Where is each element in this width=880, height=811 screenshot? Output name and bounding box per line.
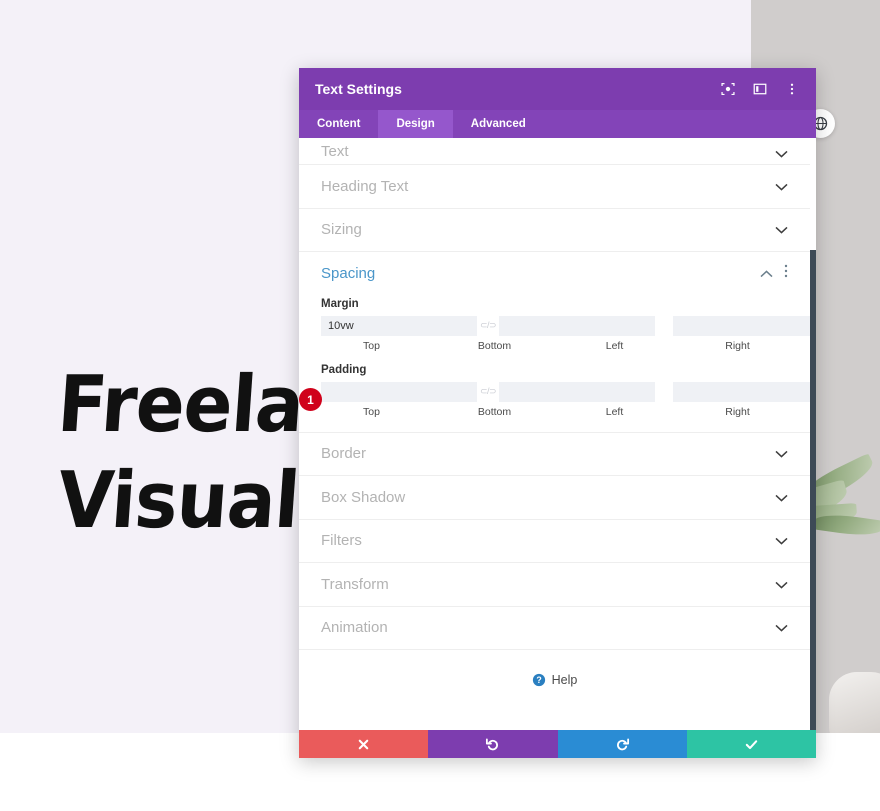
margin-labels-row: Top Bottom Left Right	[321, 340, 788, 352]
padding-inputs-row: ⊂/⊃ ⊂/⊃	[321, 381, 816, 402]
page-root: Freelan Visual A Text Settings Content D…	[0, 0, 880, 811]
modal-header: Text Settings	[299, 68, 816, 110]
chevron-down-icon	[775, 223, 788, 236]
accordion-section-filters[interactable]: Filters	[299, 520, 810, 563]
chevron-down-icon	[775, 491, 788, 504]
accordion-label: Text	[321, 143, 349, 160]
chevron-down-icon	[775, 534, 788, 547]
chevron-down-icon	[775, 180, 788, 193]
label-spacer	[665, 406, 687, 418]
focus-target-icon[interactable]	[720, 81, 736, 97]
padding-labels-row: Top Bottom Left Right	[321, 406, 788, 418]
accordion-section-border[interactable]: Border	[299, 433, 810, 476]
margin-left-input[interactable]	[673, 315, 816, 336]
margin-bottom-label: Bottom	[477, 339, 512, 352]
chevron-down-icon	[775, 578, 788, 591]
vertical-dots-icon[interactable]	[784, 81, 800, 97]
label-divider	[555, 340, 556, 352]
svg-text:?: ?	[536, 675, 541, 685]
padding-top-input[interactable]	[321, 381, 477, 402]
label-spacer	[665, 340, 687, 352]
vertical-dots-icon[interactable]	[784, 264, 788, 283]
padding-right-label: Right	[725, 405, 750, 418]
tab-content[interactable]: Content	[299, 110, 378, 138]
accordion-section-box-shadow[interactable]: Box Shadow	[299, 476, 810, 520]
step-badge-1: 1	[299, 388, 322, 411]
padding-left-label: Left	[605, 405, 624, 418]
padding-label: Padding	[321, 363, 367, 376]
accordion-section-spacing: Spacing Margin 10vw ⊂/⊃ Top Bottom Left …	[299, 252, 816, 433]
margin-left-label: Left	[605, 339, 624, 352]
cancel-button[interactable]	[299, 730, 429, 758]
accordion-section-transform[interactable]: Transform	[299, 563, 810, 607]
vase-shape	[829, 672, 880, 733]
accordion-label: Transform	[321, 575, 389, 593]
spacing-section-header[interactable]: Spacing	[321, 252, 788, 296]
accordion-section-sizing[interactable]: Sizing	[299, 209, 810, 252]
spacing-label: Spacing	[321, 265, 376, 283]
padding-top-label: Top	[363, 405, 380, 418]
margin-top-label: Top	[363, 339, 380, 352]
chevron-down-icon	[775, 621, 788, 634]
accordion-label: Heading Text	[321, 177, 409, 195]
settings-accordion: Text Heading Text Sizing Spacing Margin …	[299, 138, 816, 710]
label-divider	[555, 406, 556, 418]
redo-button[interactable]	[557, 730, 687, 758]
margin-top-input[interactable]	[321, 315, 477, 336]
undo-button[interactable]	[428, 730, 558, 758]
padding-bottom-label: Bottom	[477, 405, 512, 418]
undo-icon	[486, 738, 499, 750]
modal-scrollbar[interactable]	[810, 250, 816, 730]
margin-field-group: Margin ⊂/⊃ ⊂/⊃	[321, 297, 816, 352]
chevron-down-icon	[775, 147, 788, 160]
label-spacer	[422, 406, 444, 418]
checkmark-icon	[745, 739, 758, 749]
margin-label: Margin	[321, 297, 359, 310]
help-row[interactable]: ? Help	[299, 650, 810, 710]
chevron-up-icon[interactable]	[760, 265, 773, 283]
padding-left-input[interactable]	[673, 381, 816, 402]
modal-body: 1 Text Heading Text Sizing Spacing Margi…	[299, 138, 816, 730]
tab-design[interactable]: Design	[378, 110, 453, 138]
help-label: Help	[551, 673, 578, 687]
modal-header-icons	[720, 81, 800, 97]
modal-footer	[299, 730, 816, 758]
margin-bottom-input[interactable]	[499, 315, 655, 336]
modal-tab-bar: Content Design Advanced	[299, 110, 816, 138]
accordion-label: Animation	[321, 619, 388, 637]
redo-icon	[616, 738, 629, 750]
text-settings-modal: Text Settings Content Design Advanced 1 …	[299, 68, 816, 758]
close-icon	[358, 739, 369, 749]
tab-advanced[interactable]: Advanced	[453, 110, 544, 138]
accordion-label: Filters	[321, 532, 362, 550]
accordion-label: Border	[321, 445, 367, 463]
accordion-section-text[interactable]: Text	[299, 138, 810, 165]
broken-link-icon[interactable]: ⊂/⊃	[477, 320, 499, 331]
padding-field-group: Padding ⊂/⊃ ⊂/⊃	[321, 363, 816, 418]
padding-bottom-input[interactable]	[499, 381, 655, 402]
page-title: Text Settings	[315, 81, 402, 97]
save-button[interactable]	[686, 730, 816, 758]
accordion-section-animation[interactable]: Animation	[299, 607, 810, 650]
broken-link-icon[interactable]: ⊂/⊃	[477, 386, 499, 397]
label-spacer	[422, 340, 444, 352]
question-circle-icon: ?	[532, 673, 546, 687]
chevron-down-icon	[775, 447, 788, 460]
accordion-section-heading-text[interactable]: Heading Text	[299, 165, 810, 209]
layout-columns-icon[interactable]	[752, 81, 768, 97]
accordion-label: Box Shadow	[321, 488, 406, 506]
accordion-label: Sizing	[321, 221, 362, 239]
margin-inputs-row: ⊂/⊃ ⊂/⊃	[321, 315, 816, 336]
margin-right-label: Right	[725, 339, 750, 352]
